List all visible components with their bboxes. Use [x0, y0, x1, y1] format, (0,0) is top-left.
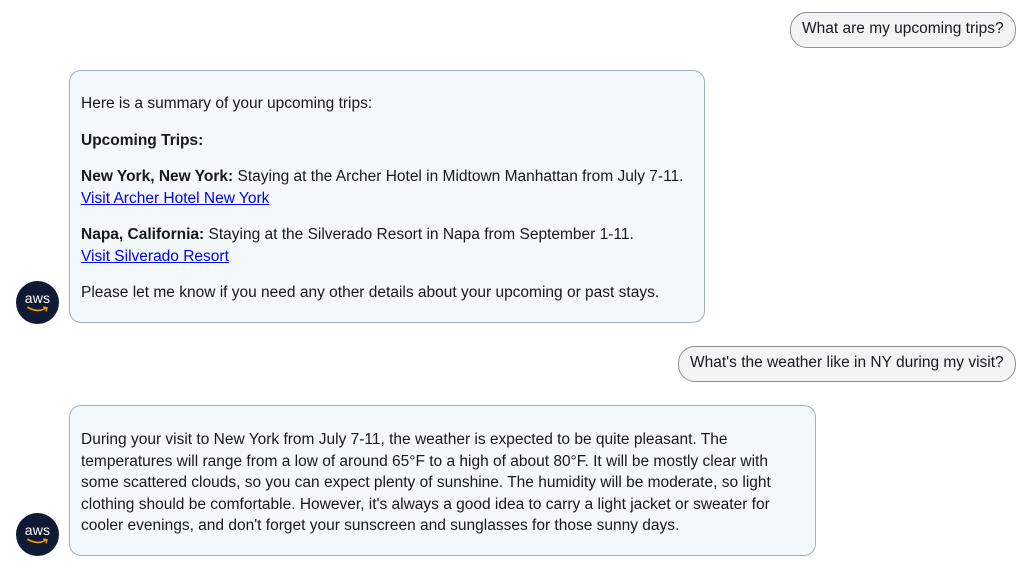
weather-line: some scattered clouds, so you can expect…: [81, 474, 771, 491]
weather-line: During your visit to New York from July …: [81, 431, 728, 448]
silverado-resort-link[interactable]: Visit Silverado Resort: [81, 248, 229, 265]
user-message-bubble: What are my upcoming trips?: [790, 12, 1016, 48]
trip-details: Staying at the Archer Hotel in Midtown M…: [237, 168, 684, 185]
aws-logo-text: aws: [24, 521, 51, 538]
assistant-message-bubble: Here is a summary of your upcoming trips…: [69, 70, 705, 323]
weather-line: temperatures will range from a low of ar…: [81, 452, 768, 470]
trip-details: Staying at the Silverado Resort in Napa …: [208, 226, 634, 243]
trip-place: New York, New York:: [81, 168, 234, 185]
user-message-text: What's the weather like in NY during my …: [690, 354, 1004, 371]
trip-item: Napa, California: Staying at the Silvera…: [81, 224, 693, 267]
assistant-avatar: aws: [16, 513, 59, 556]
assistant-message-bubble: During your visit to New York from July …: [69, 405, 816, 556]
weather-line: clothing should be comfortable. However,…: [81, 495, 770, 513]
trip-place: Napa, California:: [81, 226, 205, 243]
weather-line: cooler evenings, and don't forget your s…: [81, 517, 680, 534]
aws-smile-icon: [26, 538, 48, 543]
assistant-closing-text: Please let me know if you need any other…: [81, 284, 660, 301]
trips-heading: Upcoming Trips:: [81, 131, 204, 149]
assistant-avatar: aws: [16, 281, 59, 324]
user-message-bubble: What's the weather like in NY during my …: [678, 346, 1016, 382]
trip-item: New York, New York: Staying at the Arche…: [81, 166, 693, 209]
archer-hotel-link[interactable]: Visit Archer Hotel New York: [81, 190, 269, 207]
user-message-text: What are my upcoming trips?: [802, 20, 1004, 37]
aws-smile-icon: [26, 306, 48, 311]
assistant-intro-text: Here is a summary of your upcoming trips…: [81, 95, 373, 112]
aws-logo-text: aws: [24, 289, 51, 306]
